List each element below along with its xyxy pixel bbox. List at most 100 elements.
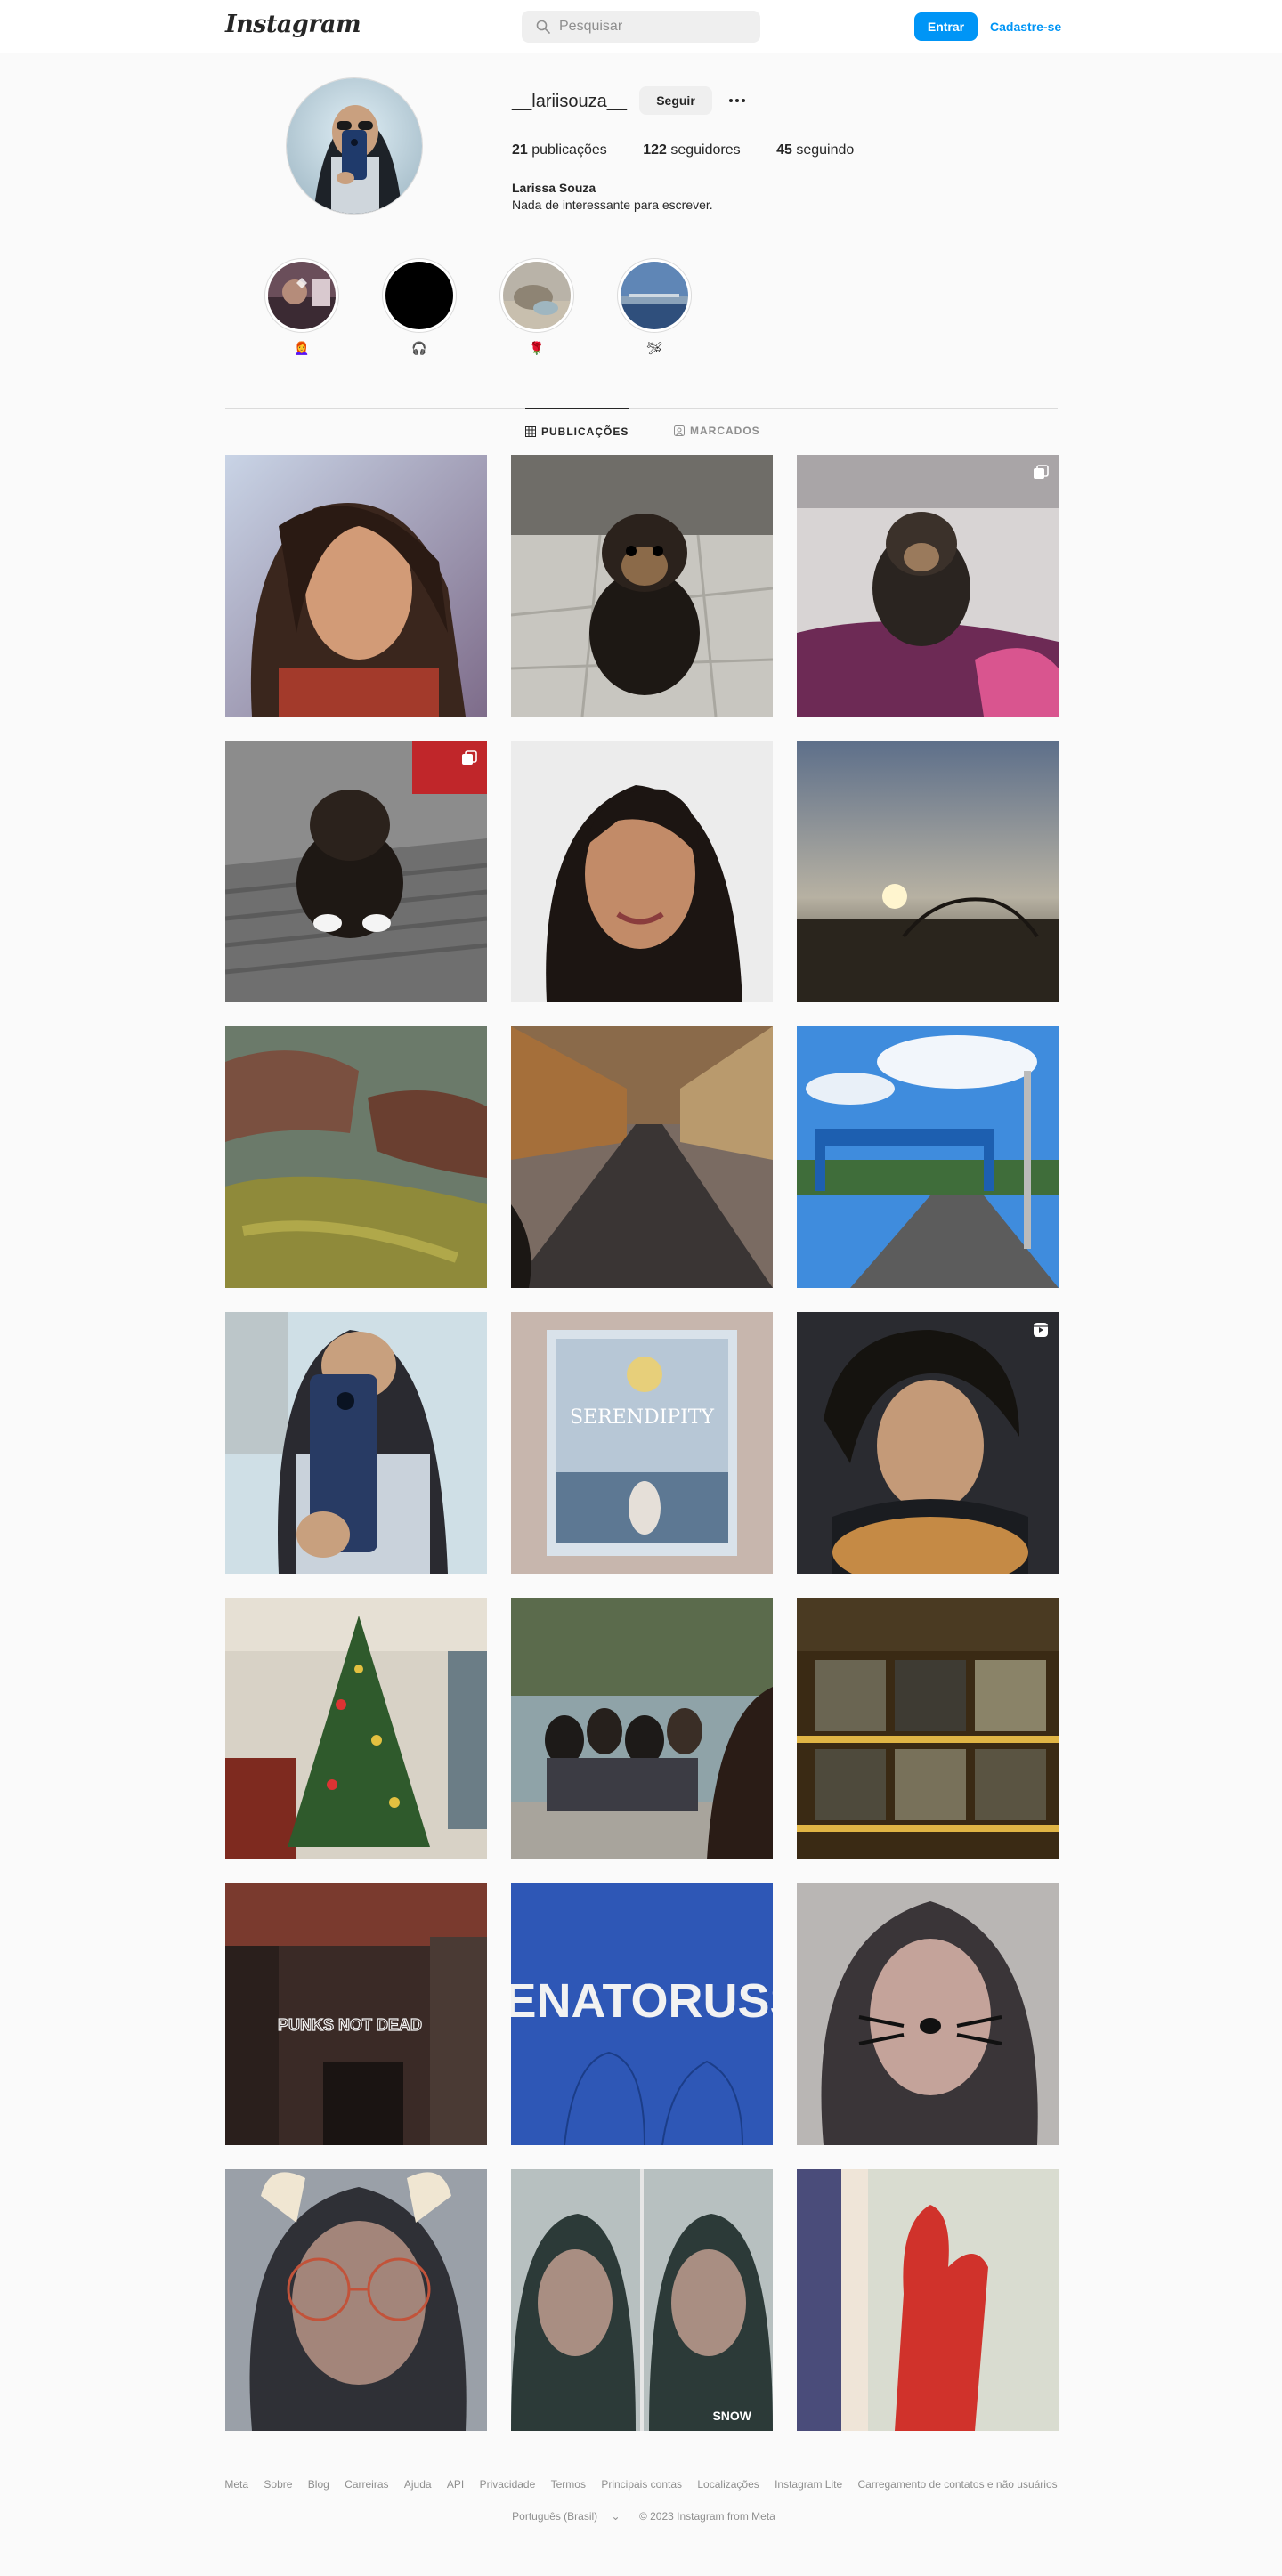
post-image-guitar [797,1312,1059,1574]
highlight-ring [382,258,457,333]
post-thumbnail[interactable] [225,455,487,717]
post-image-road-sign [797,1026,1059,1288]
footer-link[interactable]: Meta [224,2478,248,2491]
post-image-cat-filter [797,1883,1059,2145]
post-thumbnail[interactable] [511,741,773,1002]
story-highlight[interactable]: 🎧 [382,258,457,356]
following-count-label: seguindo [796,142,855,158]
footer-link[interactable]: API [447,2478,464,2491]
grid-icon [525,425,536,437]
instagram-logo[interactable]: Instagram [225,11,361,38]
post-thumbnail[interactable] [511,1598,773,1859]
footer-links: Meta Sobre Blog Carreiras Ajuda API Priv… [0,2478,1282,2491]
footer-link[interactable]: Principais contas [601,2478,682,2491]
followers-count-value: 122 [643,142,667,158]
post-thumbnail[interactable] [797,741,1059,1002]
tagged-icon [674,425,685,436]
post-image-selfie-smile [511,741,773,1002]
highlight-thumbnail [268,262,336,329]
post-image-renato-russo: RENATORUSS [511,1883,773,2145]
tab-tagged[interactable]: MARCADOS [674,408,760,454]
posts-count-value: 21 [512,142,528,158]
post-thumbnail[interactable] [797,1598,1059,1859]
post-image-puppy [225,741,487,1002]
login-button[interactable]: Entrar [914,12,978,41]
top-navigation-bar: Instagram Entrar Cadastre-se [0,0,1282,53]
highlight-label: 🛩 [646,341,662,355]
followers-count[interactable]: 122 seguidores [643,142,740,158]
tabs-divider [225,408,1058,409]
post-thumbnail[interactable] [797,455,1059,717]
posts-count: 21 publicações [512,142,607,158]
highlight-thumbnail [503,262,571,329]
post-thumbnail[interactable]: PUNKS NOT DEAD [225,1883,487,2145]
footer-link[interactable]: Carreiras [345,2478,388,2491]
post-image-group [511,1598,773,1859]
profile-full-name: Larissa Souza [512,181,596,195]
renato-text: RENATORUSS [511,1974,773,2028]
avatar-image [287,78,422,214]
post-thumbnail[interactable] [797,1312,1059,1574]
snow-watermark: SNOW [712,2409,751,2423]
story-highlight[interactable]: 🛩 [617,258,692,356]
language-label: Português (Brasil) [512,2510,598,2523]
post-thumbnail[interactable]: RENATORUSS [511,1883,773,2145]
footer-link[interactable]: Blog [308,2478,329,2491]
post-image-neon: PUNKS NOT DEAD [225,1883,487,2145]
post-thumbnail[interactable] [797,1026,1059,1288]
post-image-street [511,1026,773,1288]
carousel-icon [462,750,477,765]
post-thumbnail[interactable] [511,1026,773,1288]
post-image-serendipity: SERENDIPITY [511,1312,773,1574]
post-image-rocks [225,1026,487,1288]
post-image-red-hand [797,2169,1059,2431]
search-input[interactable] [559,11,746,43]
post-thumbnail[interactable] [511,455,773,717]
post-image-dog [511,455,773,717]
post-thumbnail[interactable]: SNOW [511,2169,773,2431]
footer-link[interactable]: Instagram Lite [775,2478,842,2491]
highlight-label: 👩‍🦰 [294,341,310,355]
post-image-records [797,1598,1059,1859]
profile-username: __lariisouza__ [512,92,627,111]
footer-link[interactable]: Sobre [264,2478,292,2491]
post-thumbnail[interactable]: SERENDIPITY [511,1312,773,1574]
post-thumbnail[interactable] [225,1598,487,1859]
footer-link[interactable]: Termos [551,2478,586,2491]
story-highlight[interactable]: 👩‍🦰 [264,258,339,356]
footer-link[interactable]: Ajuda [404,2478,432,2491]
footer-link[interactable]: Privacidade [480,2478,536,2491]
language-selector[interactable]: Português (Brasil) ⌄ [507,2510,625,2523]
highlight-ring [617,258,692,333]
more-options-icon[interactable] [723,86,751,115]
following-count[interactable]: 45 seguindo [776,142,854,158]
post-thumbnail[interactable] [225,1026,487,1288]
carousel-icon [1034,465,1049,479]
post-image-sunset [797,741,1059,1002]
reel-icon [1034,1323,1048,1337]
footer-link[interactable]: Localizações [697,2478,759,2491]
highlight-ring [499,258,574,333]
footer-link[interactable]: Carregamento de contatos e não usuários [857,2478,1057,2491]
profile-stats: 21 publicações 122 seguidores 45 seguind… [512,142,886,158]
followers-count-label: seguidores [670,142,741,158]
tab-posts-label: PUBLICAÇÕES [541,425,629,438]
signup-link[interactable]: Cadastre-se [990,12,1061,41]
post-thumbnail[interactable] [225,1312,487,1574]
tab-tagged-label: MARCADOS [690,425,760,437]
post-image-christmas-tree [225,1598,487,1859]
post-thumbnail[interactable] [797,1883,1059,2145]
tab-posts[interactable]: PUBLICAÇÕES [525,408,629,454]
highlight-label: 🎧 [411,341,427,355]
post-image-mirror-selfie [225,1312,487,1574]
post-thumbnail[interactable] [225,741,487,1002]
search-icon [536,20,550,34]
profile-avatar[interactable] [286,77,423,215]
follow-button[interactable]: Seguir [639,86,712,115]
posts-count-label: publicações [531,142,607,158]
story-highlight[interactable]: 🌹 [499,258,574,356]
post-thumbnail[interactable] [797,2169,1059,2431]
post-thumbnail[interactable] [225,2169,487,2431]
post-image-dog-blanket [797,455,1059,717]
search-box[interactable] [522,11,760,43]
